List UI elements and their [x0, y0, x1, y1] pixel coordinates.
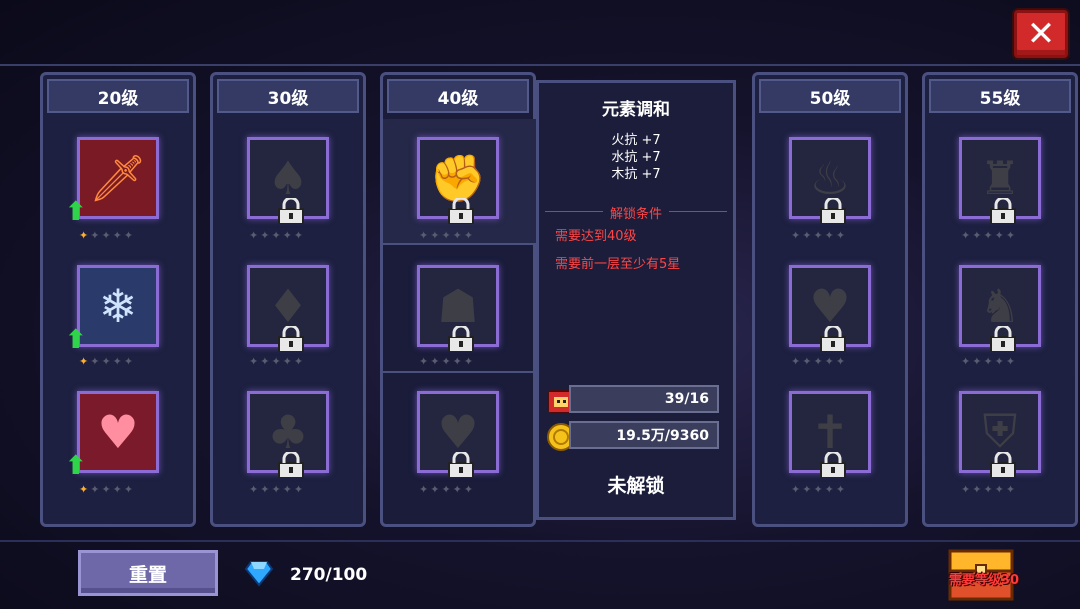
reset-button[interactable]: 重置	[78, 550, 218, 596]
tier-header: 30级	[217, 79, 359, 113]
star-rating: ✦ ✦ ✦ ✦ ✦	[419, 229, 474, 242]
talent-detail-panel: 元素调和 火抗 +7 水抗 +7 木抗 +7 解锁条件 需要达到40级 需要前一…	[536, 80, 736, 520]
talent-slot-heart[interactable]: ♥	[77, 391, 159, 473]
talent-slot-selected[interactable]: ✊	[417, 137, 499, 224]
talent-slot-sword[interactable]: 🗡	[77, 137, 159, 219]
talent-slot-locked[interactable]: ♥	[417, 391, 499, 478]
upgrade-arrow-icon: ⬆	[65, 197, 87, 227]
star-rating: ✦ ✦ ✦ ✦ ✦	[791, 229, 846, 242]
stat-line: 木抗 +7	[611, 167, 661, 182]
star-rating: ✦ ✦ ✦ ✦ ✦	[961, 229, 1016, 242]
close-icon: ✕	[1026, 14, 1056, 54]
lock-icon	[278, 198, 304, 224]
talent-slot-locked[interactable]: ♞	[959, 265, 1041, 352]
tier-column-55: 55级 ♜ ✦ ✦ ✦ ✦ ✦ ♞ ✦ ✦ ✦ ✦ ✦ ⛨ ✦ ✦ ✦ ✦ ✦	[922, 72, 1078, 527]
tier-header: 40级	[387, 79, 529, 113]
tier-column-40: 40级 ✊ ✦ ✦ ✦ ✦ ✦ ☗ ✦ ✦ ✦ ✦ ✦ ♥ ✦ ✦ ✦ ✦ ✦	[380, 72, 536, 527]
lock-icon	[990, 326, 1016, 352]
star-rating: ✦ ✦ ✦ ✦ ✦	[249, 355, 304, 368]
star-rating: ✦ ✦ ✦ ✦ ✦	[249, 483, 304, 496]
star-rating: ✦ ✦ ✦ ✦ ✦	[961, 483, 1016, 496]
lock-icon	[990, 198, 1016, 224]
star-rating: ✦ ✦ ✦ ✦ ✦	[419, 355, 474, 368]
lock-icon	[278, 452, 304, 478]
upgrade-arrow-icon: ⬆	[65, 325, 87, 355]
tier-header: 55级	[929, 79, 1071, 113]
tier-column-20: 20级 🗡 ⬆ ✦ ✦ ✦ ✦ ✦ ❄ ⬆ ✦ ✦ ✦ ✦ ✦ ♥ ⬆ ✦ ✦ ✦ ✦ ✦	[40, 72, 196, 527]
talent-slot-locked[interactable]: ✝	[789, 391, 871, 478]
tier-column-30: 30级 ♠ ✦ ✦ ✦ ✦ ✦ ♦ ✦ ✦ ✦ ✦ ✦ ♣ ✦ ✦ ✦ ✦ ✦	[210, 72, 366, 527]
tier-column-50: 50级 ♨ ✦ ✦ ✦ ✦ ✦ ♥ ✦ ✦ ✦ ✦ ✦ ✝ ✦ ✦ ✦ ✦ ✦	[752, 72, 908, 527]
star-rating: ✦ ✦ ✦ ✦ ✦	[791, 483, 846, 496]
talent-slot-locked[interactable]: ♠	[247, 137, 329, 224]
requirement-level: 需要达到40级	[555, 229, 637, 244]
talent-slot-locked[interactable]: ♣	[247, 391, 329, 478]
row-divider	[383, 371, 536, 373]
gem-count: 270/100	[290, 565, 368, 585]
star-rating: ✦ ✦ ✦ ✦ ✦	[79, 229, 134, 242]
talent-slot-locked[interactable]: ♥	[789, 265, 871, 352]
lock-icon	[820, 326, 846, 352]
star-rating: ✦ ✦ ✦ ✦ ✦	[791, 355, 846, 368]
star-rating: ✦ ✦ ✦ ✦ ✦	[79, 355, 134, 368]
reset-button-label: 重置	[128, 563, 167, 586]
tier-header: 50级	[759, 79, 901, 113]
star-rating: ✦ ✦ ✦ ✦ ✦	[419, 483, 474, 496]
top-divider	[0, 64, 1080, 66]
chest-requirement-label: 需要等级30	[948, 573, 1020, 588]
heart-icon: ♥	[97, 405, 139, 459]
talent-slot-locked[interactable]: ♜	[959, 137, 1041, 224]
close-button[interactable]: ✕	[1014, 10, 1068, 58]
level-cost-bar: 39/16	[569, 385, 719, 413]
sword-icon: 🗡	[88, 150, 148, 205]
lock-icon	[820, 198, 846, 224]
talent-slot-locked[interactable]: ♦	[247, 265, 329, 352]
lock-icon	[820, 452, 846, 478]
star-rating: ✦ ✦ ✦ ✦ ✦	[961, 355, 1016, 368]
talent-slot-locked[interactable]: ♨	[789, 137, 871, 224]
gold-cost-bar: 19.5万/9360	[569, 421, 719, 449]
talent-slot-crystal[interactable]: ❄	[77, 265, 159, 347]
star-rating: ✦ ✦ ✦ ✦ ✦	[249, 229, 304, 242]
star-rating: ✦ ✦ ✦ ✦ ✦	[79, 483, 134, 496]
tier-header: 20级	[47, 79, 189, 113]
crystal-icon: ❄	[98, 279, 138, 333]
requirement-stars: 需要前一层至少有5星	[555, 257, 681, 272]
talent-slot-locked[interactable]: ⛨	[959, 391, 1041, 478]
lock-icon	[448, 198, 474, 224]
bottom-divider	[0, 540, 1080, 542]
unlock-conditions-title: 解锁条件	[545, 203, 727, 222]
lock-icon	[278, 326, 304, 352]
upgrade-arrow-icon: ⬆	[65, 451, 87, 481]
diamond-gem-icon	[244, 561, 274, 587]
lock-icon	[448, 452, 474, 478]
unlock-status: 未解锁	[607, 475, 665, 497]
talent-name: 元素调和	[602, 100, 670, 120]
lock-icon	[448, 326, 474, 352]
talent-slot-locked[interactable]: ☗	[417, 265, 499, 352]
lock-icon	[990, 452, 1016, 478]
